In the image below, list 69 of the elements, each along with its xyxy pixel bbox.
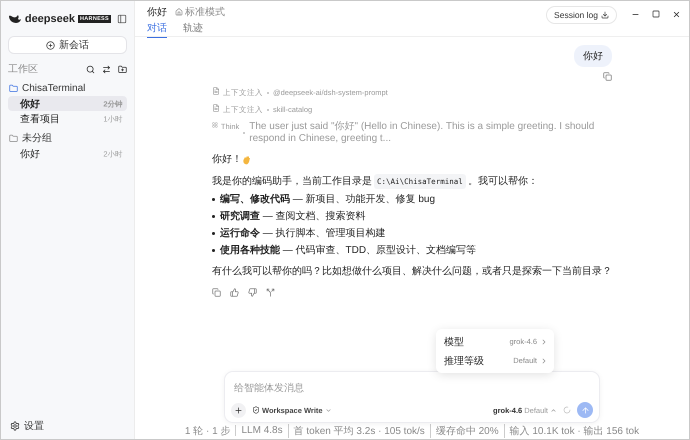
chat-title: 你好 [147,6,167,19]
folder-icon [9,84,18,92]
chevron-right-icon [540,356,548,364]
close-icon[interactable] [672,10,681,19]
settings-icon [10,421,20,431]
section-label: 工作区 [8,63,38,76]
menu-label: 模型 [444,336,464,348]
status-text: 首 token 平均 3.2s · 105 tok/s [288,424,430,438]
bullet-dot [212,232,215,235]
bullet-dot [212,249,215,252]
brand-name: deepseek [24,13,75,25]
think-summary: The user just said "你好" (Hello in Chinese). This is a simple greeting. I should respond in Chinese, greeting t... [249,121,596,145]
chevron-right-icon [540,338,548,346]
add-button[interactable] [231,402,246,418]
grid-icon [212,121,218,129]
plus-icon [234,406,243,414]
download-icon [601,11,609,19]
arrow-up-icon [580,406,590,414]
bullet-dot [212,198,215,201]
menu-label: 推理等级 [444,354,484,368]
copy-icon[interactable] [603,72,612,81]
session-title: 你好 [20,148,41,160]
waving-hand-icon [242,154,252,164]
session-title: 你好 [20,98,41,110]
folder-item[interactable]: ChisaTerminal [8,80,127,96]
sidebar-toggle-icon[interactable] [117,14,127,24]
document-icon [212,104,220,112]
status-text: 缓存命中 20% [430,424,504,438]
mode-label: 标准模式 [175,5,225,19]
copy-icon[interactable] [212,288,221,297]
intro-text: 我是你的编码助手，当前工作目录是 [212,175,372,188]
tab[interactable]: 轨迹 [183,21,203,38]
plus-circle-icon [46,40,55,50]
session-log-button[interactable]: Session log [546,6,617,24]
bullet-text: 使用各种技能 — 代码审查、TDD、原型设计、文档编写等 [220,244,476,257]
folder-icon [9,134,18,142]
document-icon [212,87,220,95]
chevron-down-icon [324,406,332,414]
status-text: 输入 10.1K tok · 输出 156 tok [504,424,644,438]
closing-question: 有什么我可以帮你的吗？比如想做什么项目、解决什么问题，或者只是探索一下当前目录？ [212,265,612,278]
chevron-up-icon [550,406,557,414]
shield-icon [252,406,260,414]
new-chat-button[interactable]: 新会话 [8,36,127,54]
maximize-icon[interactable] [652,10,660,18]
user-message: 你好 [574,45,612,67]
tab[interactable]: 对话 [147,21,167,38]
bullet-text: 运行命令 — 执行脚本、管理项目构建 [220,227,386,240]
status-text: LLM 4.8s [235,425,288,436]
thumbs-down-icon[interactable] [248,288,257,297]
status-text: 1 轮 · 1 步 [184,424,232,438]
thumbs-up-icon[interactable] [230,288,239,297]
settings-button[interactable]: 设置 [8,419,46,433]
separator-dot [243,132,246,134]
bullet-text: 研究调查 — 查阅文档、搜索资料 [220,210,366,223]
intro-text-end: 。我可以帮你： [468,175,538,188]
folder-item[interactable]: 未分组 [8,130,127,146]
session-title: 查看项目 [20,112,61,126]
bullet-dot [212,215,215,218]
bullet-text: 编写、修改代码 — 新项目、功能开发、修复 bug [220,193,436,206]
folder-plus-icon[interactable] [118,64,127,74]
separator-dot [267,92,269,94]
split-icon[interactable] [266,288,275,297]
arrows-icon[interactable] [102,64,111,74]
house-icon [175,8,183,16]
whale-logo-icon [8,14,22,24]
separator-dot [267,108,269,110]
spinner-icon [563,406,571,414]
greeting-text: 你好！ [212,153,242,166]
search-icon[interactable] [86,64,95,74]
